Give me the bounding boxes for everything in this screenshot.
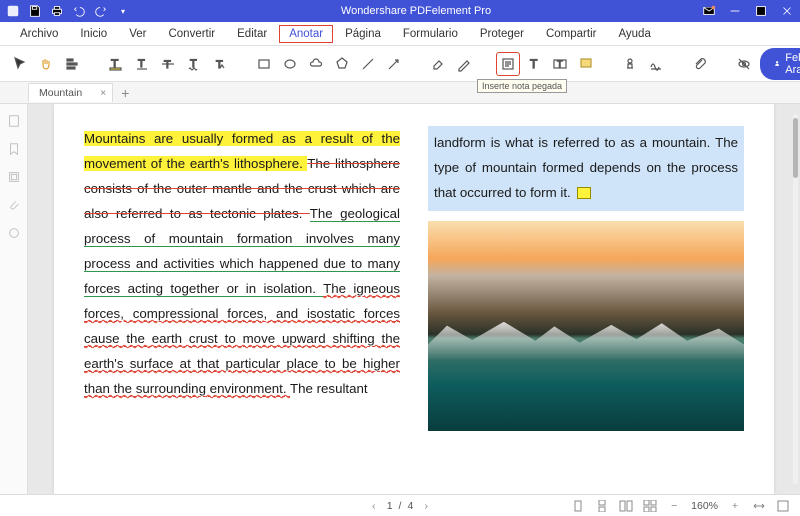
svg-text:T: T — [164, 59, 171, 71]
vertical-scrollbar[interactable] — [793, 114, 798, 484]
tab-close-icon[interactable]: × — [100, 87, 106, 99]
menu-ayuda[interactable]: Ayuda — [608, 25, 660, 43]
strikeout-tool-icon[interactable]: T — [156, 52, 180, 76]
arrow-shape-icon[interactable] — [382, 52, 406, 76]
sticky-note-icon[interactable] — [577, 187, 591, 199]
view-facing-icon[interactable] — [619, 500, 633, 512]
undo-icon[interactable] — [72, 4, 86, 18]
caret-tool-icon[interactable]: T — [208, 52, 232, 76]
menu-archivo[interactable]: Archivo — [10, 25, 68, 43]
body-paragraph-left: Mountains are usually formed as a result… — [84, 126, 400, 401]
edit-tool-icon[interactable] — [60, 52, 84, 76]
callout-tool-icon[interactable] — [574, 52, 598, 76]
signature-tool-icon[interactable] — [644, 52, 668, 76]
tab-label: Mountain — [39, 87, 82, 99]
svg-text:T: T — [557, 59, 563, 69]
attachment-tool-icon[interactable] — [688, 52, 712, 76]
page-sep: / — [399, 500, 402, 512]
squiggly-tool-icon[interactable]: T — [182, 52, 206, 76]
user-pill[interactable]: Felipe Araujo — [760, 48, 800, 80]
view-single-icon[interactable] — [571, 500, 585, 512]
eraser-tool-icon[interactable] — [426, 52, 450, 76]
scrollbar-thumb[interactable] — [793, 118, 798, 178]
menu-inicio[interactable]: Inicio — [70, 25, 117, 43]
textbox-tool-icon[interactable]: T — [548, 52, 572, 76]
side-panel — [0, 104, 28, 494]
next-page-icon[interactable]: › — [419, 500, 433, 512]
view-facing-continuous-icon[interactable] — [643, 500, 657, 512]
menu-anotar[interactable]: Anotar — [279, 25, 333, 43]
title-bar: ▾ Wondershare PDFelement Pro — [0, 0, 800, 22]
svg-text:T: T — [138, 58, 145, 70]
text-box-annotation: landform is what is referred to as a mou… — [428, 126, 744, 211]
mail-icon[interactable] — [702, 4, 716, 18]
fit-width-icon[interactable] — [752, 500, 766, 512]
page-total: 4 — [407, 500, 413, 512]
menu-convertir[interactable]: Convertir — [158, 25, 225, 43]
rectangle-shape-icon[interactable] — [252, 52, 276, 76]
pencil-tool-icon[interactable] — [452, 52, 476, 76]
menu-ver[interactable]: Ver — [119, 25, 156, 43]
cloud-shape-icon[interactable] — [304, 52, 328, 76]
sticky-note-tooltip: Inserte nota pegada — [477, 79, 567, 93]
mountain-photo — [428, 221, 744, 431]
close-icon[interactable] — [780, 4, 794, 18]
bookmarks-panel-icon[interactable] — [7, 142, 21, 156]
attachments-panel-icon[interactable] — [7, 198, 21, 212]
dropdown-icon[interactable]: ▾ — [116, 4, 130, 18]
menu-bar: Archivo Inicio Ver Convertir Editar Anot… — [0, 22, 800, 46]
minimize-icon[interactable] — [728, 4, 742, 18]
status-bar: ‹ 1 / 4 › − 160% + — [0, 494, 800, 516]
maximize-icon[interactable] — [754, 4, 768, 18]
line-shape-icon[interactable] — [356, 52, 380, 76]
oval-shape-icon[interactable] — [278, 52, 302, 76]
menu-editar[interactable]: Editar — [227, 25, 277, 43]
stamp-tool-icon[interactable] — [618, 52, 642, 76]
underline-tool-icon[interactable]: T — [130, 52, 154, 76]
prev-page-icon[interactable]: ‹ — [367, 500, 381, 512]
select-tool-icon[interactable] — [8, 52, 32, 76]
hand-tool-icon[interactable] — [34, 52, 58, 76]
zoom-in-icon[interactable]: + — [728, 500, 742, 512]
new-tab-button[interactable]: + — [121, 85, 129, 101]
workspace: Mountains are usually formed as a result… — [0, 104, 800, 494]
sticky-note-tool-icon[interactable]: Inserte nota pegada — [496, 52, 520, 76]
redo-icon[interactable] — [94, 4, 108, 18]
svg-text:T: T — [530, 57, 538, 71]
highlight-tool-icon[interactable]: T — [104, 52, 128, 76]
thumbnails-panel-icon[interactable] — [7, 114, 21, 128]
squiggly-text: The igneous forces, compressional forces… — [84, 281, 400, 397]
fullscreen-icon[interactable] — [776, 500, 790, 512]
search-panel-icon[interactable] — [7, 170, 21, 184]
user-name: Felipe Araujo — [785, 52, 800, 76]
typewriter-tool-icon[interactable]: T — [522, 52, 546, 76]
document-viewport[interactable]: Mountains are usually formed as a result… — [28, 104, 800, 494]
polygon-shape-icon[interactable] — [330, 52, 354, 76]
menu-pagina[interactable]: Página — [335, 25, 391, 43]
document-tab-bar: Mountain × + — [0, 82, 800, 104]
pdf-page: Mountains are usually formed as a result… — [54, 104, 774, 494]
menu-formulario[interactable]: Formulario — [393, 25, 468, 43]
hide-annotations-icon[interactable] — [732, 52, 756, 76]
page-current: 1 — [387, 500, 393, 512]
app-logo-icon — [6, 4, 20, 18]
view-continuous-icon[interactable] — [595, 500, 609, 512]
menu-compartir[interactable]: Compartir — [536, 25, 606, 43]
comments-panel-icon[interactable] — [7, 226, 21, 240]
document-tab[interactable]: Mountain × — [28, 83, 113, 102]
save-icon[interactable] — [28, 4, 42, 18]
zoom-value: 160% — [691, 500, 718, 512]
zoom-out-icon[interactable]: − — [667, 500, 681, 512]
window-title: Wondershare PDFelement Pro — [130, 5, 702, 17]
plain-text: The resultant — [290, 381, 368, 396]
annotate-toolbar: T T T T T Inserte nota pegada T T — [0, 46, 800, 82]
print-icon[interactable] — [50, 4, 64, 18]
menu-proteger[interactable]: Proteger — [470, 25, 534, 43]
